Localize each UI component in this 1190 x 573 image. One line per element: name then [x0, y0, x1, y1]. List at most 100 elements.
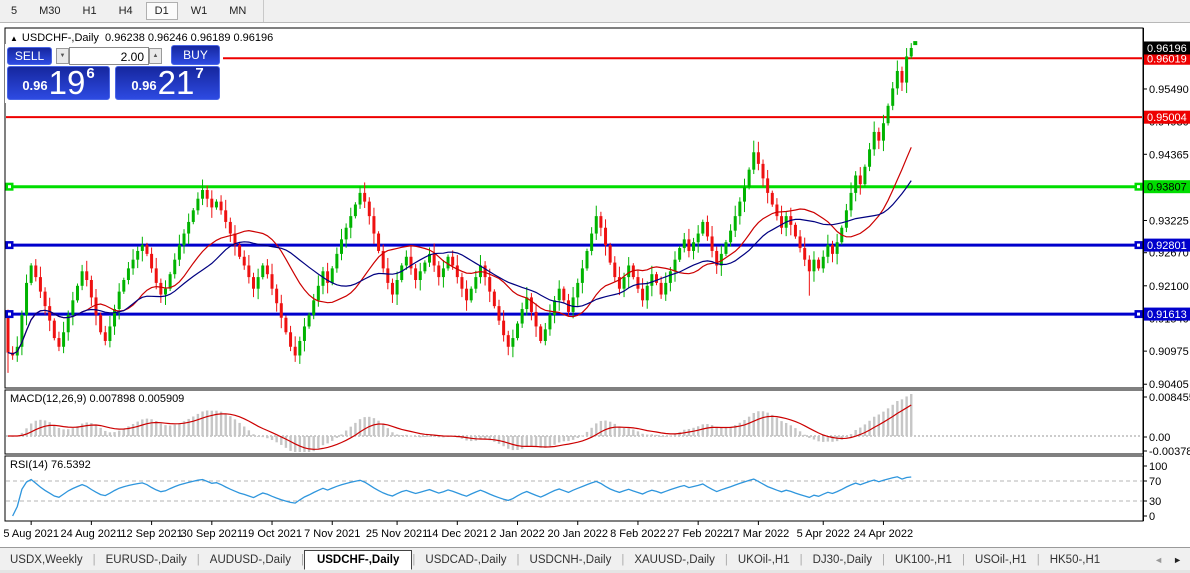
- chevron-down-icon: ▼: [59, 53, 66, 59]
- price-tick-label: 0.90405: [1149, 379, 1189, 391]
- candle-body: [645, 285, 649, 301]
- candle-body: [48, 306, 52, 321]
- tab-usoil-h1[interactable]: USOil-,H1: [965, 551, 1037, 569]
- rsi-panel[interactable]: [6, 476, 1142, 517]
- candle-body: [817, 259, 821, 269]
- candle-body: [159, 282, 163, 295]
- macd-panel[interactable]: [6, 394, 1142, 452]
- candle-body: [52, 320, 56, 339]
- buy-price-box[interactable]: 0.96 21 7: [115, 65, 220, 100]
- volume-decrement-button[interactable]: ▼: [56, 48, 69, 64]
- macd-histogram-bar: [576, 436, 579, 439]
- timeframe-button-mn[interactable]: MN: [220, 2, 255, 20]
- date-tick-label: 5 Aug 2021: [3, 528, 59, 540]
- candle-body: [460, 277, 464, 289]
- macd-histogram-bar: [548, 436, 552, 447]
- macd-histogram-bar: [590, 427, 593, 436]
- tab-usdx-weekly[interactable]: USDX,Weekly: [0, 551, 93, 569]
- macd-histogram-bar: [720, 427, 723, 436]
- macd-histogram-bar: [729, 426, 732, 436]
- candle-body: [275, 288, 279, 304]
- candle-body: [224, 210, 228, 222]
- timeframe-button-m30[interactable]: M30: [30, 2, 69, 20]
- candle-body: [548, 314, 552, 330]
- candle-body: [210, 198, 214, 208]
- tab-usdchf-daily[interactable]: USDCHF-,Daily: [303, 549, 413, 570]
- tab-audusd-daily[interactable]: AUDUSD-,Daily: [200, 551, 301, 569]
- macd-histogram-bar: [386, 428, 390, 436]
- tab-eurusd-daily[interactable]: EURUSD-,Daily: [96, 551, 197, 569]
- macd-histogram-bar: [284, 436, 288, 448]
- tab-ukoil-h1[interactable]: UKOil-,H1: [728, 551, 800, 569]
- macd-histogram-bar: [363, 417, 366, 436]
- tab-xauusd-daily[interactable]: XAUUSD-,Daily: [624, 551, 725, 569]
- macd-histogram-bar: [896, 401, 899, 436]
- buy-price-prefix: 0.96: [131, 78, 157, 93]
- timeframe-button-d1[interactable]: D1: [145, 2, 178, 20]
- buy-price-pip: 7: [195, 65, 204, 82]
- candle-body: [145, 245, 149, 254]
- macd-histogram-bar: [599, 420, 603, 436]
- chart-canvas[interactable]: 0.954900.949300.943650.932250.926700.921…: [0, 22, 1190, 573]
- candle-body: [539, 326, 543, 341]
- tab-hk50-h1[interactable]: HK50-,H1: [1040, 551, 1111, 569]
- macd-histogram-bar: [80, 423, 84, 436]
- macd-histogram-bar: [67, 429, 70, 436]
- toolbar-separator: [263, 0, 265, 22]
- candle-body: [85, 271, 89, 280]
- macd-histogram-bar: [238, 422, 241, 436]
- candle-body: [284, 317, 288, 333]
- macd-histogram-bar: [395, 434, 399, 436]
- candle-body: [330, 268, 334, 283]
- candle-body: [25, 282, 29, 315]
- macd-histogram-bar: [808, 436, 811, 438]
- tab-scroll-left-icon[interactable]: ◄: [1154, 555, 1163, 565]
- macd-histogram-bar: [210, 410, 214, 436]
- tab-usdcad-daily[interactable]: USDCAD-,Daily: [415, 551, 516, 569]
- macd-histogram-bar: [261, 436, 264, 438]
- date-tick-label: 7 Nov 2021: [304, 528, 360, 540]
- sell-price-box[interactable]: 0.96 19 6: [7, 65, 110, 100]
- tab-dj30-daily[interactable]: DJ30-,Daily: [803, 551, 882, 569]
- macd-histogram-bar: [775, 417, 779, 436]
- macd-histogram-bar: [664, 436, 667, 437]
- volume-input[interactable]: [70, 49, 146, 64]
- tab-uk100-h1[interactable]: UK100-,H1: [885, 551, 962, 569]
- candle-body: [766, 178, 770, 193]
- candle-body: [566, 300, 570, 312]
- candle-body: [238, 245, 242, 257]
- macd-histogram-bar: [196, 413, 200, 436]
- macd-histogram-bar: [150, 419, 153, 436]
- macd-histogram-bar: [604, 420, 607, 436]
- macd-histogram-bar: [104, 430, 107, 436]
- candle-body: [62, 332, 66, 347]
- macd-histogram-bar: [493, 436, 496, 442]
- candle-body: [492, 291, 496, 307]
- candle-body: [126, 268, 130, 280]
- timeframe-button-h4[interactable]: H4: [110, 2, 142, 20]
- timeframe-button-h1[interactable]: H1: [74, 2, 106, 20]
- macd-histogram-bar: [233, 419, 237, 436]
- candle-body: [289, 332, 293, 347]
- tab-usdcnh-daily[interactable]: USDCNH-,Daily: [520, 551, 622, 569]
- candle-body: [441, 268, 445, 278]
- timeframe-button-w1[interactable]: W1: [182, 2, 217, 20]
- candle-body: [516, 323, 520, 339]
- macd-histogram-bar: [168, 425, 172, 436]
- macd-histogram-bar: [743, 419, 746, 436]
- buy-button-label: BUY: [183, 48, 208, 62]
- candle-body: [205, 190, 209, 199]
- timeframe-button-5[interactable]: 5: [2, 2, 26, 20]
- candle-body: [99, 314, 103, 333]
- candle-body: [265, 265, 269, 275]
- candle-body: [363, 192, 367, 202]
- candle-body: [729, 230, 733, 243]
- candle-body: [298, 340, 302, 356]
- tab-scroll-right-icon[interactable]: ►: [1173, 555, 1182, 565]
- buy-button[interactable]: BUY: [171, 45, 220, 65]
- candle-body: [534, 311, 538, 327]
- volume-increment-button[interactable]: ▲: [149, 48, 162, 64]
- sell-button[interactable]: SELL: [7, 47, 52, 65]
- date-tick-label: 2 Jan 2022: [490, 528, 544, 540]
- rsi-panel-border: [4, 455, 1144, 522]
